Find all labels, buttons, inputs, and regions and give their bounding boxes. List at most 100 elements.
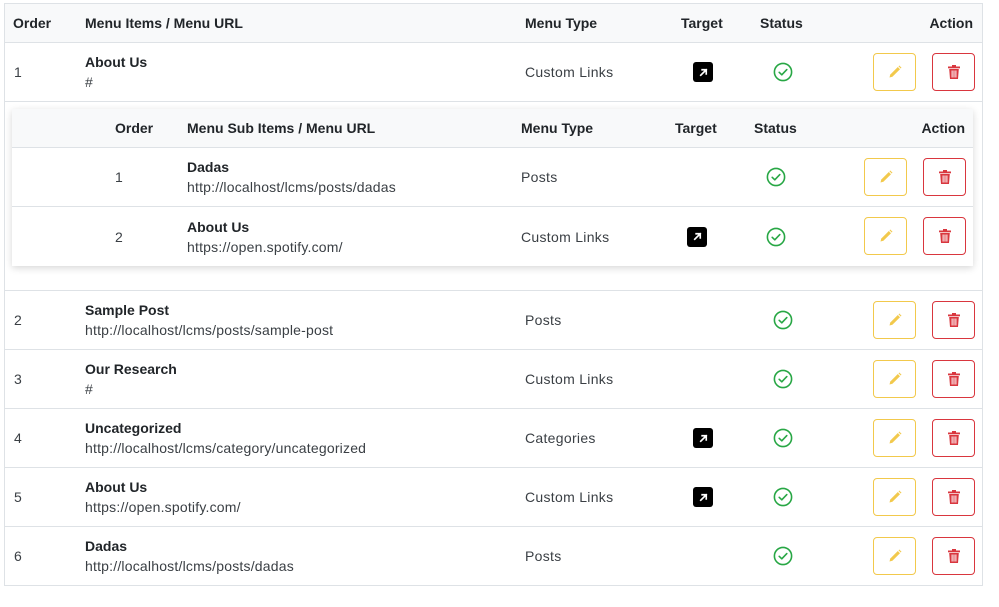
trash-icon: [947, 430, 961, 446]
sub-header-menu-type: Menu Type: [521, 120, 594, 136]
table-row: 2 About Us https://open.spotify.com/Custom…: [12, 207, 973, 266]
external-link-icon: [693, 428, 713, 448]
menu-table-header: Order Menu Items / Menu URL Menu Type Ta…: [5, 4, 982, 43]
menu-item-url: http://localhost/lcms/category/uncategor…: [85, 440, 367, 456]
pencil-icon: [887, 312, 903, 328]
delete-button[interactable]: [923, 217, 966, 255]
table-row: 2 Sample Post http://localhost/lcms/posts/…: [5, 291, 982, 350]
row-order: 4: [14, 430, 22, 446]
trash-icon: [947, 371, 961, 387]
edit-button[interactable]: [873, 301, 916, 339]
sub-header-action: Action: [921, 120, 965, 136]
menu-item-url: http://localhost/lcms/posts/dadas: [85, 558, 294, 574]
row-order: 2: [14, 312, 22, 328]
trash-icon: [947, 548, 961, 564]
trash-icon: [947, 489, 961, 505]
sub-header-menu-items: Menu Sub Items / Menu URL: [187, 120, 376, 136]
menu-type: Posts: [525, 548, 562, 564]
external-link-icon: [693, 62, 713, 82]
table-row: 1 Dadas http://localhost/lcms/posts/dadas P…: [12, 148, 973, 207]
delete-button[interactable]: [923, 158, 966, 196]
menu-table: Order Menu Items / Menu URL Menu Type Ta…: [4, 3, 983, 586]
menu-item-name: About Us: [187, 218, 250, 235]
pencil-icon: [887, 548, 903, 564]
edit-button[interactable]: [864, 158, 907, 196]
menu-type: Custom Links: [525, 371, 614, 387]
menu-item-url: #: [85, 381, 93, 397]
sub-header-target: Target: [675, 120, 717, 136]
delete-button[interactable]: [932, 537, 975, 575]
table-row: 5 About Us https://open.spotify.com/Custom…: [5, 468, 982, 527]
header-status: Status: [760, 15, 803, 31]
row-order: 6: [14, 548, 22, 564]
table-row: 3 Our Research # Custom Links: [5, 350, 982, 409]
menu-type: Posts: [521, 169, 558, 185]
edit-button[interactable]: [873, 537, 916, 575]
menu-type: Custom Links: [521, 228, 610, 245]
sub-header-status: Status: [754, 120, 797, 136]
check-circle-icon: [766, 148, 786, 206]
menu-type: Custom Links: [525, 64, 614, 80]
menu-type: Custom Links: [525, 489, 614, 505]
row-order: 1: [14, 64, 22, 80]
menu-item-url: #: [85, 74, 93, 90]
pencil-icon: [887, 371, 903, 387]
header-menu-items: Menu Items / Menu URL: [85, 15, 243, 31]
check-circle-icon: [773, 43, 793, 101]
header-order: Order: [13, 15, 52, 31]
edit-button[interactable]: [864, 217, 907, 255]
check-circle-icon: [773, 527, 793, 585]
check-circle-icon: [773, 291, 793, 349]
trash-icon: [938, 169, 952, 185]
menu-item-name: Our Research: [85, 361, 177, 377]
menu-item-url: https://open.spotify.com/: [187, 238, 343, 255]
row-order: 1: [115, 169, 123, 185]
delete-button[interactable]: [932, 53, 975, 91]
sub-header-order: Order: [115, 120, 154, 136]
table-row: 4 Uncategorized http://localhost/lcms/cate…: [5, 409, 982, 468]
menu-item-name: Sample Post: [85, 302, 170, 318]
header-target: Target: [681, 15, 723, 31]
trash-icon: [947, 64, 961, 80]
menu-item-name: About Us: [85, 54, 148, 70]
pencil-icon: [878, 228, 894, 244]
header-action: Action: [929, 15, 973, 31]
menu-item-name: About Us: [85, 479, 148, 495]
header-menu-type: Menu Type: [525, 15, 598, 31]
edit-button[interactable]: [873, 360, 916, 398]
menu-item-url: http://localhost/lcms/posts/dadas: [187, 179, 396, 195]
pencil-icon: [887, 64, 903, 80]
menu-item-url: https://open.spotify.com/: [85, 499, 241, 515]
menu-item-name: Uncategorized: [85, 420, 182, 436]
delete-button[interactable]: [932, 301, 975, 339]
edit-button[interactable]: [873, 419, 916, 457]
menu-item-name: Dadas: [85, 538, 128, 554]
check-circle-icon: [773, 468, 793, 526]
trash-icon: [938, 228, 952, 244]
trash-icon: [947, 312, 961, 328]
row-order: 2: [115, 228, 123, 245]
edit-button[interactable]: [873, 478, 916, 516]
pencil-icon: [878, 169, 894, 185]
check-circle-icon: [766, 207, 786, 266]
check-circle-icon: [773, 350, 793, 408]
external-link-icon: [687, 226, 707, 247]
menu-type: Categories: [525, 430, 596, 446]
submenu-table-header: Order Menu Sub Items / Menu URL Menu Typ…: [12, 109, 973, 148]
edit-button[interactable]: [873, 53, 916, 91]
row-order: 5: [14, 489, 22, 505]
menu-item-name: Dadas: [187, 159, 230, 175]
pencil-icon: [887, 430, 903, 446]
delete-button[interactable]: [932, 360, 975, 398]
delete-button[interactable]: [932, 478, 975, 516]
row-order: 3: [14, 371, 22, 387]
menu-type: Posts: [525, 312, 562, 328]
table-row: 6 Dadas http://localhost/lcms/posts/dadas P…: [5, 527, 982, 586]
check-circle-icon: [773, 409, 793, 467]
delete-button[interactable]: [932, 419, 975, 457]
external-link-icon: [693, 487, 713, 507]
submenu-container: Order Menu Sub Items / Menu URL Menu Typ…: [5, 102, 982, 291]
pencil-icon: [887, 489, 903, 505]
submenu-table: Order Menu Sub Items / Menu URL Menu Typ…: [12, 109, 973, 266]
menu-item-url: http://localhost/lcms/posts/sample-post: [85, 322, 334, 338]
